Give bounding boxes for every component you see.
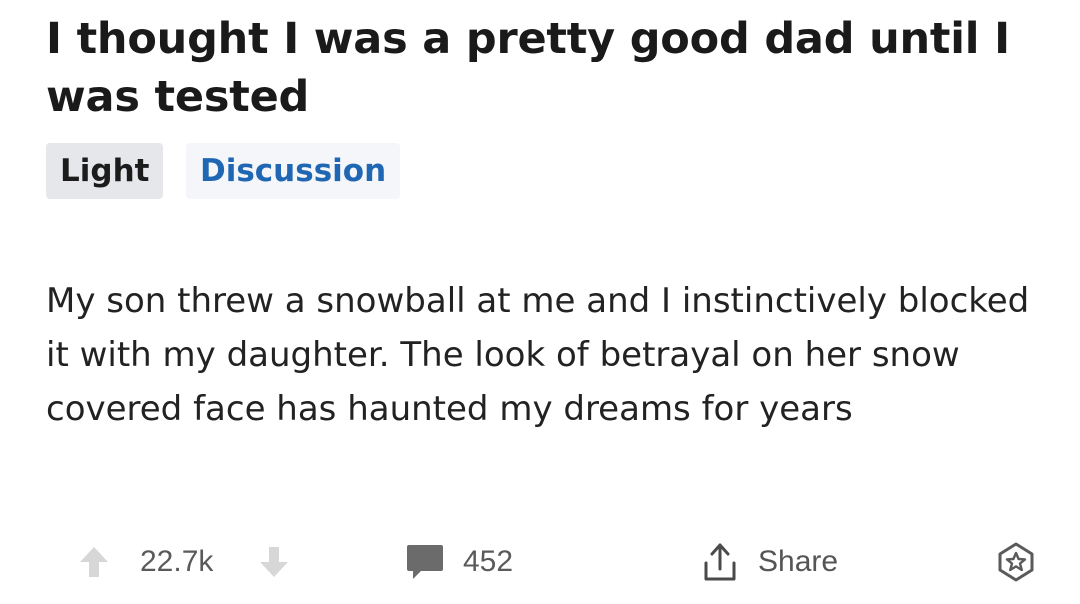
vote-score: 22.7k xyxy=(140,530,213,594)
upvote-button[interactable] xyxy=(78,530,110,594)
downvote-arrow-icon[interactable] xyxy=(258,545,290,579)
comments-button[interactable]: 452 xyxy=(405,530,513,594)
post-body: My son threw a snowball at me and I inst… xyxy=(46,281,1030,429)
post-action-bar: 22.7k 452 Share xyxy=(0,530,1080,594)
share-icon[interactable] xyxy=(700,541,740,583)
upvote-arrow-icon[interactable] xyxy=(78,545,110,579)
score-count: 22.7k xyxy=(140,545,214,578)
post-title[interactable]: I thought I was a pretty good dad until … xyxy=(46,10,1056,126)
award-icon[interactable] xyxy=(995,541,1037,583)
share-label: Share xyxy=(758,545,839,578)
share-button[interactable]: Share xyxy=(700,530,838,594)
flair-discussion[interactable]: Discussion xyxy=(186,143,401,199)
award-button[interactable] xyxy=(995,530,1037,594)
post-card: I thought I was a pretty good dad until … xyxy=(0,0,1080,604)
comment-bubble-icon[interactable] xyxy=(405,543,445,581)
flair-light[interactable]: Light xyxy=(46,143,164,199)
comment-count: 452 xyxy=(463,545,514,578)
downvote-button[interactable] xyxy=(258,530,290,594)
